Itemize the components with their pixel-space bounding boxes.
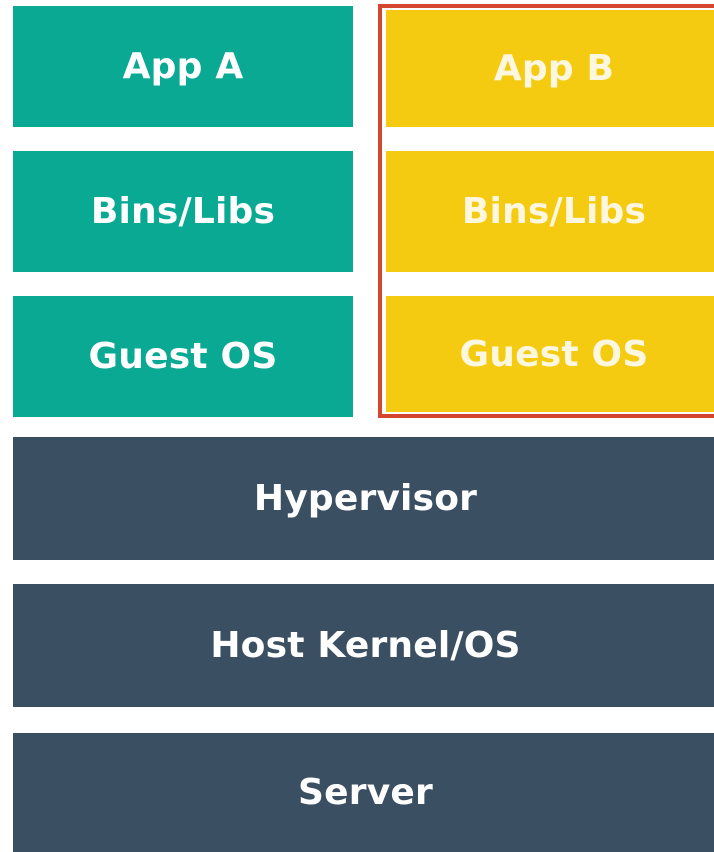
- vm-b-app-label: App B: [493, 48, 615, 89]
- vm-b-app-block: App B: [386, 10, 714, 127]
- vm-b-bins-libs-label: Bins/Libs: [461, 191, 647, 232]
- vm-a-guest-os-block: Guest OS: [13, 296, 353, 417]
- vm-a-bins-libs-label: Bins/Libs: [90, 191, 276, 232]
- host-kernel-os-label: Host Kernel/OS: [210, 625, 521, 666]
- vm-b-guest-os-block: Guest OS: [386, 296, 714, 412]
- vm-b-guest-os-label: Guest OS: [459, 333, 649, 375]
- vm-a-bins-libs-block: Bins/Libs: [13, 151, 353, 272]
- server-layer: Server: [13, 733, 714, 852]
- vm-a-app-label: App A: [122, 46, 244, 87]
- hypervisor-layer: Hypervisor: [13, 437, 714, 560]
- vm-a-app-block: App A: [13, 6, 353, 127]
- vm-a-guest-os-label: Guest OS: [88, 336, 278, 377]
- host-kernel-os-layer: Host Kernel/OS: [13, 584, 714, 707]
- server-label: Server: [298, 772, 433, 813]
- hypervisor-label: Hypervisor: [253, 478, 478, 519]
- vm-b-bins-libs-block: Bins/Libs: [386, 151, 714, 272]
